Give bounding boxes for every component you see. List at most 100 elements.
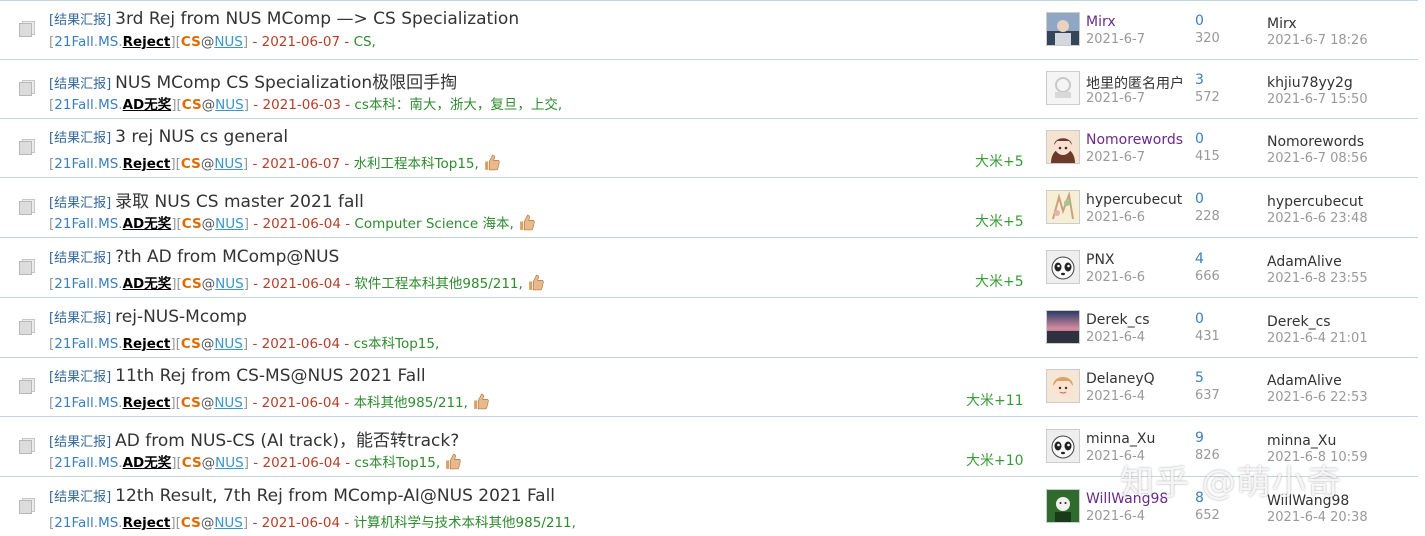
thread-title-link[interactable]: AD from NUS-CS (AI track)，能否转track? — [115, 431, 459, 451]
thread-degree[interactable]: MS — [98, 455, 118, 471]
avatar[interactable] — [1046, 130, 1080, 164]
thread-year[interactable]: 21Fall — [54, 395, 93, 411]
thread-school[interactable]: NUS — [215, 216, 244, 232]
thread-title-link[interactable]: NUS MComp CS Specialization极限回手掏 — [115, 73, 457, 93]
thread-category-link[interactable]: [结果汇报] — [49, 251, 111, 266]
last-post-date[interactable]: 2021-6-7 08:56 — [1267, 151, 1368, 166]
thread-category-link[interactable]: [结果汇报] — [49, 13, 111, 28]
reply-count[interactable]: 5 — [1195, 370, 1204, 386]
thread-year[interactable]: 21Fall — [54, 515, 93, 531]
reply-count[interactable]: 9 — [1195, 430, 1204, 446]
thread-degree[interactable]: MS — [98, 156, 118, 172]
avatar[interactable] — [1046, 429, 1080, 463]
thread-year[interactable]: 21Fall — [54, 216, 93, 232]
thread-title-link[interactable]: ?th AD from MComp@NUS — [115, 247, 339, 267]
thread-year[interactable]: 21Fall — [54, 156, 93, 172]
author-name[interactable]: 地里的匿名用户 — [1086, 73, 1184, 93]
last-poster[interactable]: Nomorewords — [1267, 134, 1364, 150]
thread-category-link[interactable]: [结果汇报] — [49, 77, 111, 92]
thread-field[interactable]: CS — [181, 515, 201, 531]
thread-degree[interactable]: MS — [98, 515, 118, 531]
thread-title-link[interactable]: 12th Result, 7th Rej from MComp-AI@NUS 2… — [115, 486, 555, 506]
avatar[interactable] — [1046, 310, 1080, 344]
reply-count[interactable]: 4 — [1195, 251, 1204, 267]
thread-category-link[interactable]: [结果汇报] — [49, 435, 111, 450]
thread-degree[interactable]: MS — [98, 97, 118, 113]
thread-result[interactable]: AD无奖 — [123, 455, 172, 471]
thread-year[interactable]: 21Fall — [54, 276, 93, 292]
author-name[interactable]: PNX — [1086, 252, 1115, 268]
last-poster[interactable]: Derek_cs — [1267, 314, 1331, 330]
thread-school[interactable]: NUS — [214, 34, 243, 50]
author-name[interactable]: Mirx — [1086, 14, 1116, 30]
thread-school[interactable]: NUS — [215, 97, 244, 113]
author-name[interactable]: minna_Xu — [1086, 431, 1155, 447]
avatar[interactable] — [1046, 71, 1080, 105]
thread-result[interactable]: Reject — [123, 336, 171, 352]
avatar[interactable] — [1046, 250, 1080, 284]
reply-count[interactable]: 0 — [1195, 131, 1204, 147]
thread-school[interactable]: NUS — [214, 336, 243, 352]
last-post-date[interactable]: 2021-6-4 20:38 — [1267, 510, 1368, 525]
last-post-date[interactable]: 2021-6-6 22:53 — [1267, 390, 1368, 405]
avatar[interactable] — [1046, 369, 1080, 403]
thread-result[interactable]: Reject — [123, 34, 171, 50]
thread-title-link[interactable]: 3 rej NUS cs general — [115, 127, 288, 147]
thread-school[interactable]: NUS — [214, 515, 243, 531]
thread-field[interactable]: CS — [181, 395, 201, 411]
reply-count[interactable]: 0 — [1195, 311, 1204, 327]
thread-field[interactable]: CS — [182, 276, 202, 292]
thread-degree[interactable]: MS — [98, 276, 118, 292]
thread-category-link[interactable]: [结果汇报] — [49, 370, 111, 385]
thread-title-link[interactable]: 录取 NUS CS master 2021 fall — [115, 192, 364, 212]
last-poster[interactable]: khjiu78yy2g — [1267, 75, 1353, 91]
thread-field[interactable]: CS — [181, 34, 201, 50]
thread-school[interactable]: NUS — [214, 156, 243, 172]
thread-category-link[interactable]: [结果汇报] — [49, 196, 111, 211]
last-post-date[interactable]: 2021-6-6 23:48 — [1267, 211, 1368, 226]
thread-school[interactable]: NUS — [214, 395, 243, 411]
author-name[interactable]: Nomorewords — [1086, 132, 1183, 148]
thread-year[interactable]: 21Fall — [54, 336, 93, 352]
thread-title-link[interactable]: 3rd Rej from NUS MComp —> CS Specializat… — [115, 9, 519, 29]
avatar[interactable] — [1046, 489, 1080, 523]
thread-category-link[interactable]: [结果汇报] — [49, 311, 111, 326]
last-poster[interactable]: AdamAlive — [1267, 254, 1342, 270]
last-post-date[interactable]: 2021-6-7 15:50 — [1267, 92, 1368, 107]
thread-result[interactable]: AD无奖 — [123, 97, 172, 113]
thread-category-link[interactable]: [结果汇报] — [49, 490, 111, 505]
avatar[interactable] — [1046, 190, 1080, 224]
last-poster[interactable]: minna_Xu — [1267, 433, 1336, 449]
last-poster[interactable]: hypercubecut — [1267, 194, 1363, 210]
thread-result[interactable]: Reject — [123, 156, 171, 172]
reply-count[interactable]: 0 — [1195, 191, 1204, 207]
thread-degree[interactable]: MS — [98, 216, 118, 232]
thread-degree[interactable]: MS — [98, 395, 118, 411]
thread-title-link[interactable]: 11th Rej from CS-MS@NUS 2021 Fall — [115, 366, 425, 386]
thread-result[interactable]: Reject — [123, 515, 171, 531]
thread-result[interactable]: Reject — [123, 395, 171, 411]
author-name[interactable]: hypercubecut — [1086, 192, 1182, 208]
avatar[interactable] — [1046, 12, 1080, 46]
thread-degree[interactable]: MS — [98, 336, 118, 352]
author-name[interactable]: Derek_cs — [1086, 312, 1150, 328]
thread-year[interactable]: 21Fall — [54, 97, 93, 113]
thread-year[interactable]: 21Fall — [54, 34, 93, 50]
thread-school[interactable]: NUS — [215, 455, 244, 471]
thread-field[interactable]: CS — [182, 97, 202, 113]
last-post-date[interactable]: 2021-6-4 21:01 — [1267, 331, 1368, 346]
thread-degree[interactable]: MS — [98, 34, 118, 50]
last-post-date[interactable]: 2021-6-7 18:26 — [1267, 33, 1368, 48]
reply-count[interactable]: 0 — [1195, 13, 1204, 29]
reply-count[interactable]: 3 — [1195, 72, 1204, 88]
thread-category-link[interactable]: [结果汇报] — [49, 131, 111, 146]
thread-year[interactable]: 21Fall — [54, 455, 93, 471]
last-poster[interactable]: AdamAlive — [1267, 373, 1342, 389]
thread-school[interactable]: NUS — [215, 276, 244, 292]
last-post-date[interactable]: 2021-6-8 23:55 — [1267, 271, 1368, 286]
thread-result[interactable]: AD无奖 — [123, 216, 172, 232]
thread-field[interactable]: CS — [182, 455, 202, 471]
thread-result[interactable]: AD无奖 — [123, 276, 172, 292]
last-poster[interactable]: Mirx — [1267, 16, 1297, 32]
thread-field[interactable]: CS — [181, 336, 201, 352]
